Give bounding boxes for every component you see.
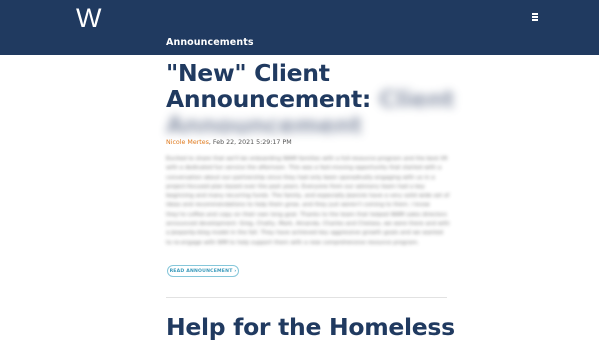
byline: Nicole Mertes, Feb 22, 2021 5:29:17 PM — [166, 139, 292, 146]
menu-bar — [532, 16, 538, 18]
title-line-3: Announcement — [166, 112, 466, 138]
divider — [166, 297, 447, 298]
article-title[interactable]: "New" Client Announcement: Client Announ… — [166, 60, 466, 138]
title-text-2: Announcement: — [166, 85, 372, 113]
article-body: Excited to share that we'll be onboardin… — [166, 156, 450, 246]
menu-bar — [532, 19, 538, 21]
title-text-1: "New" Client — [166, 59, 330, 87]
read-announcement-button[interactable]: READ ANNOUNCEMENT › — [167, 265, 239, 277]
author-link[interactable]: Nicole Mertes — [166, 139, 209, 146]
next-article-title[interactable]: Help for the Homeless — [166, 313, 455, 341]
page: W Announcements "New" Client Announcemen… — [0, 0, 599, 342]
section-nav-announcements[interactable]: Announcements — [166, 37, 254, 48]
menu-bar — [532, 13, 538, 15]
post-date: , Feb 22, 2021 5:29:17 PM — [208, 139, 292, 146]
site-header: W Announcements — [0, 0, 599, 55]
title-blurred-1: Client — [378, 85, 455, 113]
title-line-2: Announcement: Client — [166, 86, 466, 112]
logo[interactable]: W — [76, 5, 102, 32]
title-blurred-2: Announcement — [166, 111, 362, 139]
title-line-1: "New" Client — [166, 60, 466, 86]
hamburger-menu-icon[interactable] — [532, 12, 541, 22]
